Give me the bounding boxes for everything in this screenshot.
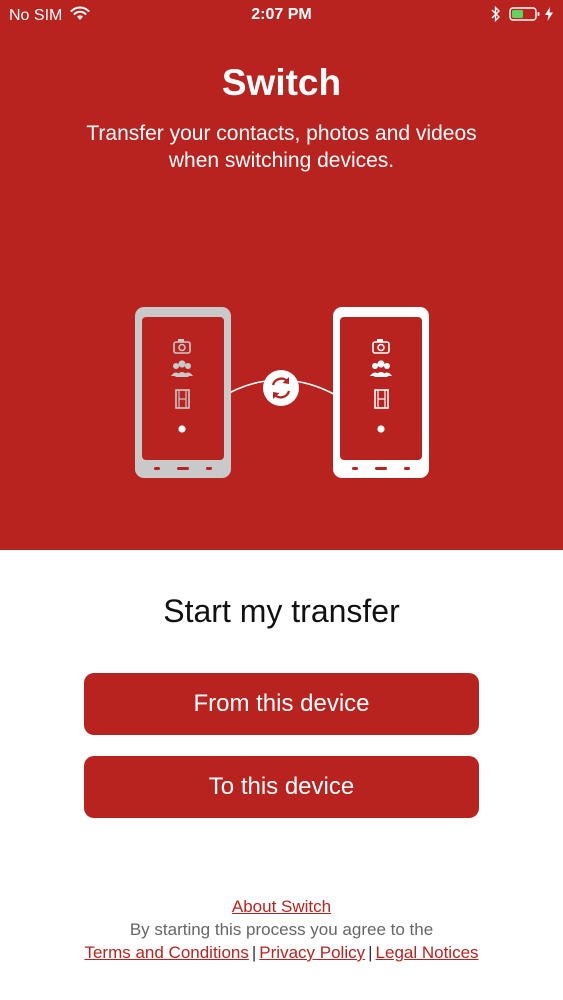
bluetooth-icon [491, 5, 501, 27]
app-subtitle: Transfer your contacts, photos and video… [86, 122, 477, 172]
consent-text: By starting this process you agree to th… [129, 920, 434, 939]
legal-links-row: Terms and Conditions | Privacy Policy | Lega… [0, 943, 563, 963]
new-phone-icon [333, 307, 429, 478]
footer: About Switch By starting this process yo… [0, 897, 563, 963]
link-separator: | [251, 943, 257, 962]
battery-icon [509, 6, 541, 27]
link-separator: | [368, 943, 373, 962]
about-switch-link[interactable]: About Switch [0, 897, 563, 917]
terms-and-conditions-link[interactable]: Terms and Conditions [84, 943, 248, 962]
privacy-policy-link[interactable]: Privacy Policy [259, 943, 365, 962]
old-phone-icon [135, 307, 231, 478]
sync-icon [263, 370, 299, 406]
hero-banner: No SIM 2:07 PM Switch Transfer your cont… [0, 0, 563, 550]
to-this-device-button[interactable]: To this device [84, 756, 479, 818]
app-title: Switch [221, 62, 342, 103]
device-transfer-illustration [0, 290, 563, 500]
legal-notices-link[interactable]: Legal Notices [376, 943, 479, 962]
from-this-device-button[interactable]: From this device [84, 673, 479, 735]
status-bar: No SIM 2:07 PM [0, 0, 563, 30]
start-transfer-heading: Start my transfer [163, 593, 400, 629]
clock: 2:07 PM [251, 6, 312, 23]
charging-bolt-icon [545, 7, 553, 26]
